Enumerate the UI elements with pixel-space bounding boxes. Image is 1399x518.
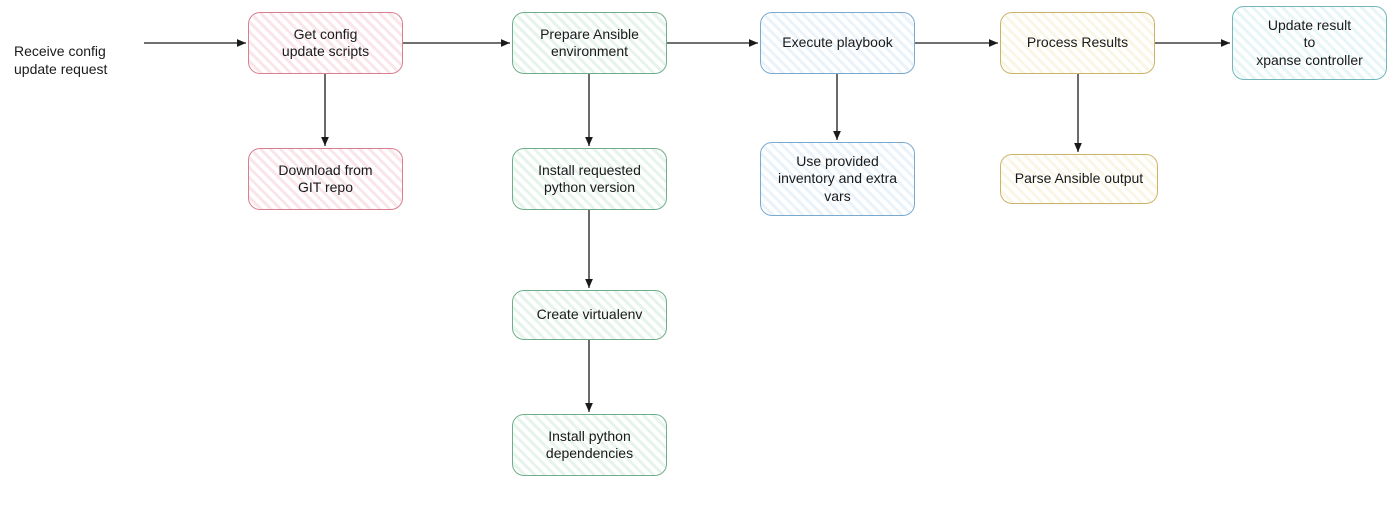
arrows-layer xyxy=(0,0,1399,518)
node-create-venv: Create virtualenv xyxy=(512,290,667,340)
start-text: Receive config update request xyxy=(14,43,107,77)
node-use-inventory-label: Use provided inventory and extra vars xyxy=(778,153,897,206)
start-label: Receive config update request xyxy=(14,24,144,79)
node-create-venv-label: Create virtualenv xyxy=(537,306,643,324)
node-get-config-label: Get config update scripts xyxy=(282,26,369,61)
node-install-python-label: Install requested python version xyxy=(538,162,641,197)
node-prepare-env-label: Prepare Ansible environment xyxy=(540,26,639,61)
node-execute-playbook-label: Execute playbook xyxy=(782,34,893,52)
node-download-git: Download from GIT repo xyxy=(248,148,403,210)
node-parse-output: Parse Ansible output xyxy=(1000,154,1158,204)
node-download-git-label: Download from GIT repo xyxy=(278,162,372,197)
node-install-deps-label: Install python dependencies xyxy=(546,428,633,463)
node-install-python: Install requested python version xyxy=(512,148,667,210)
node-process-results-label: Process Results xyxy=(1027,34,1128,52)
node-prepare-env: Prepare Ansible environment xyxy=(512,12,667,74)
node-get-config: Get config update scripts xyxy=(248,12,403,74)
node-install-deps: Install python dependencies xyxy=(512,414,667,476)
node-update-result: Update result to xpanse controller xyxy=(1232,6,1387,80)
node-use-inventory: Use provided inventory and extra vars xyxy=(760,142,915,216)
node-update-result-label: Update result to xpanse controller xyxy=(1256,17,1363,70)
flowchart-canvas: Receive config update request Get config… xyxy=(0,0,1399,518)
node-process-results: Process Results xyxy=(1000,12,1155,74)
node-parse-output-label: Parse Ansible output xyxy=(1015,170,1143,188)
node-execute-playbook: Execute playbook xyxy=(760,12,915,74)
